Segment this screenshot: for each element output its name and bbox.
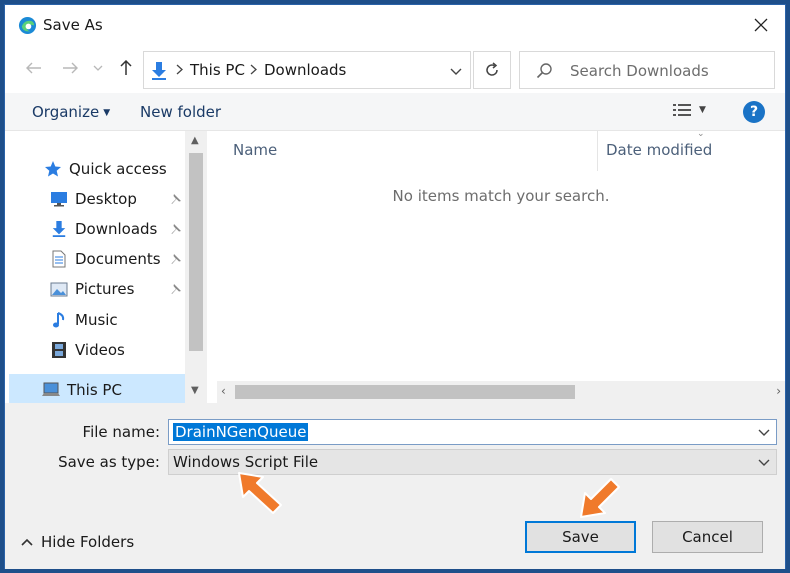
organize-label: Organize: [32, 103, 100, 121]
arrow-left-icon: [26, 62, 41, 74]
change-view-button[interactable]: ▼: [673, 103, 706, 117]
music-note-icon: [49, 310, 69, 330]
arrow-up-icon: [120, 60, 132, 75]
search-box[interactable]: Search Downloads: [519, 51, 775, 89]
annotation-arrow-icon: [238, 472, 282, 514]
nav-item-videos[interactable]: Videos: [49, 336, 125, 364]
scroll-up-icon[interactable]: ▲: [191, 135, 199, 146]
sort-caret-icon: ⌄: [697, 129, 705, 139]
help-button[interactable]: ?: [743, 101, 765, 123]
download-arrow-icon: [152, 62, 166, 80]
chevron-right-icon: [250, 63, 257, 79]
hide-folders-button[interactable]: Hide Folders: [21, 533, 134, 551]
document-icon: [49, 249, 69, 269]
column-header-date-modified[interactable]: Date modified: [606, 141, 712, 159]
nav-item-label: This PC: [67, 381, 122, 399]
up-button[interactable]: [113, 54, 139, 82]
computer-icon: [41, 380, 61, 400]
close-button[interactable]: [743, 9, 779, 41]
video-film-icon: [49, 340, 69, 360]
address-bar[interactable]: This PC Downloads: [143, 51, 471, 89]
scrollbar-thumb[interactable]: [189, 153, 203, 351]
new-folder-button[interactable]: New folder: [140, 103, 221, 121]
save-as-type-dropdown-button[interactable]: [758, 455, 770, 471]
navigation-row: This PC Downloads Search Downloads: [5, 45, 785, 91]
nav-item-pictures[interactable]: Pictures: [49, 275, 134, 303]
scroll-left-icon[interactable]: ‹: [221, 384, 226, 398]
address-dropdown-button[interactable]: [450, 64, 462, 80]
file-name-label: File name:: [82, 423, 160, 441]
column-divider[interactable]: [597, 131, 598, 171]
download-arrow-icon: [49, 219, 69, 239]
file-list-horizontal-scrollbar[interactable]: ‹ ›: [217, 381, 785, 403]
chevron-right-icon: [176, 63, 183, 79]
nav-item-this-pc[interactable]: This PC: [41, 376, 122, 403]
nav-item-downloads[interactable]: Downloads: [49, 215, 157, 243]
search-icon: [536, 63, 552, 79]
file-name-input[interactable]: DrainNGenQueue: [168, 419, 777, 445]
scroll-right-icon[interactable]: ›: [776, 384, 781, 398]
nav-item-label: Quick access: [69, 160, 167, 178]
breadcrumb-downloads[interactable]: Downloads: [264, 61, 346, 79]
nav-item-label: Desktop: [75, 190, 137, 208]
pin-icon: [170, 193, 182, 209]
navigation-scrollbar[interactable]: ▲ ▼: [185, 131, 207, 403]
nav-item-music[interactable]: Music: [49, 306, 118, 334]
star-icon: [43, 159, 63, 179]
nav-item-desktop[interactable]: Desktop: [49, 185, 137, 213]
window-title: Save As: [43, 16, 103, 34]
save-button[interactable]: Save: [525, 521, 636, 553]
nav-item-label: Pictures: [75, 280, 135, 298]
file-list: Name ⌄ Date modified No items match your…: [217, 129, 785, 379]
recent-locations-button[interactable]: [89, 54, 107, 82]
file-name-value: DrainNGenQueue: [173, 423, 309, 441]
column-header-name[interactable]: Name: [233, 141, 277, 159]
pin-icon: [170, 253, 182, 269]
scroll-down-icon[interactable]: ▼: [191, 385, 199, 396]
chevron-down-icon: [758, 429, 770, 436]
save-as-dialog: Save As This PC Downloads Search Downloa…: [4, 4, 786, 569]
annotation-arrow-icon: [580, 478, 620, 518]
nav-item-label: Documents: [75, 250, 161, 268]
chevron-down-icon: [93, 65, 103, 71]
forward-button[interactable]: [57, 54, 83, 82]
refresh-icon: [486, 62, 498, 76]
navigation-pane: Quick access Desktop Downloads Documents: [5, 131, 207, 403]
pin-icon: [170, 223, 182, 239]
chevron-up-icon: [21, 538, 33, 546]
close-icon: [754, 18, 768, 32]
cancel-button[interactable]: Cancel: [652, 521, 763, 553]
caret-down-icon: ▼: [699, 105, 706, 115]
nav-item-quick-access[interactable]: Quick access: [43, 155, 167, 183]
pictures-icon: [49, 279, 69, 299]
nav-item-label: Downloads: [75, 220, 158, 238]
title-bar: Save As: [5, 5, 785, 45]
caret-down-icon: ▼: [103, 108, 111, 118]
save-options-panel: File name: DrainNGenQueue Save as type: …: [5, 403, 785, 569]
nav-item-label: Videos: [75, 341, 125, 359]
refresh-button[interactable]: [473, 51, 511, 89]
chevron-down-icon: [758, 459, 770, 466]
desktop-icon: [49, 189, 69, 209]
details-view-icon: [673, 104, 691, 116]
chevron-down-icon: [450, 68, 462, 75]
nav-item-label: Music: [75, 311, 118, 329]
file-name-dropdown-button[interactable]: [758, 425, 770, 441]
edge-browser-icon: [18, 16, 37, 35]
hide-folders-label: Hide Folders: [41, 533, 135, 551]
empty-message: No items match your search.: [392, 187, 610, 205]
command-bar: Organize ▼ New folder ▼ ?: [5, 93, 785, 131]
nav-item-documents[interactable]: Documents: [49, 245, 161, 273]
search-input[interactable]: Search Downloads: [570, 62, 709, 80]
back-button[interactable]: [21, 54, 47, 82]
scrollbar-thumb[interactable]: [235, 385, 575, 399]
arrow-right-icon: [63, 62, 78, 74]
save-as-type-label: Save as type:: [58, 453, 160, 471]
pin-icon: [170, 283, 182, 299]
organize-menu[interactable]: Organize ▼: [32, 103, 110, 121]
breadcrumb-this-pc[interactable]: This PC: [190, 61, 245, 79]
